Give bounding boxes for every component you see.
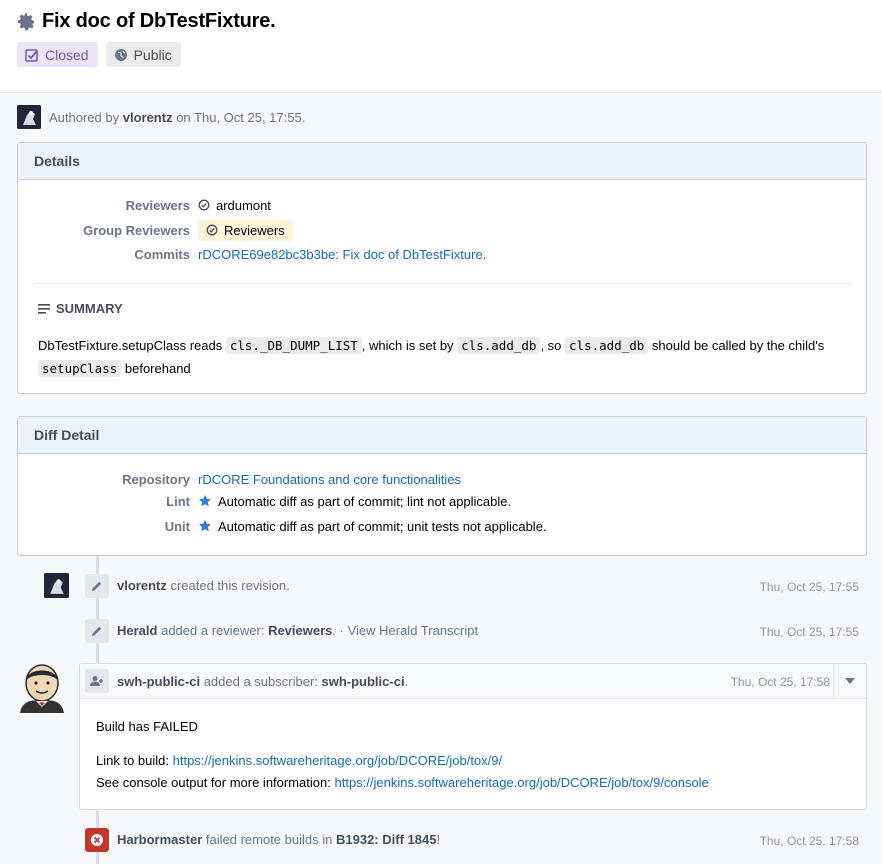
unit-row: Unit Automatic diff as part of commit; u… [18,515,868,537]
details-divider [34,283,852,284]
commit-link[interactable]: rDCORE69e82bc3b3be: Fix doc of DbTestFix… [198,247,486,262]
timeline-event-harbormaster: Harbormaster failed remote builds in B19… [0,828,882,858]
group-reviewer-badge[interactable]: Reviewers [198,219,293,241]
build-link-label: Link to build: [96,753,169,768]
pencil-icon [85,574,109,598]
pencil-icon [85,619,109,643]
authored-prefix: Authored by [49,109,120,125]
commits-label: Commits [134,246,190,262]
jenkins-avatar[interactable] [18,661,66,713]
star-icon [199,520,211,532]
actor-link[interactable]: swh-public-ci [117,674,200,689]
jenkins-comment: swh-public-ci added a subscriber: swh-pu… [79,663,867,810]
build-status-text: Build has FAILED [96,719,198,734]
repository-link[interactable]: rDCORE Foundations and core functionalit… [198,472,461,487]
event-time[interactable]: Thu, Oct 25, 17:55 [760,579,859,595]
build-target-link[interactable]: B1932: Diff 1845 [336,832,436,847]
event-text: failed remote builds in [205,832,333,847]
event-text: added a subscriber: [203,674,318,689]
subscriber-target[interactable]: swh-public-ci [322,674,405,689]
timeline-event-created: vlorentz created this revision. Thu, Oct… [0,574,882,604]
comment-header: swh-public-ci added a subscriber: swh-pu… [80,664,866,699]
herald-transcript-link[interactable]: View Herald Transcript [348,623,479,638]
close-icon [85,828,109,852]
reviewers-label: Reviewers [125,197,190,213]
repository-row: Repository rDCORE Foundations and core f… [18,468,868,490]
status-badge: Closed [17,42,98,67]
reviewer-name[interactable]: ardumont [216,198,271,213]
check-circle-icon [198,199,210,211]
actor-link[interactable]: vlorentz [117,578,167,593]
build-link[interactable]: https://jenkins.softwareheritage.org/job… [173,753,503,768]
checkbox-icon [25,48,38,62]
comment-body: Build has FAILED Link to build: https://… [96,716,709,794]
add-user-icon [85,669,109,693]
event-time[interactable]: Thu, Oct 25, 17:58 [731,674,830,690]
event-punctuation: . [404,674,409,689]
group-reviewer-name: Reviewers [224,222,285,238]
unit-value: Automatic diff as part of commit; unit t… [218,518,547,534]
reviewer-target[interactable]: Reviewers [268,623,332,638]
repository-label: Repository [122,471,190,487]
header-tags: Closed Public [17,42,181,67]
event-separator: . · [332,623,344,638]
visibility-badge: Public [105,42,181,67]
summary-heading: SUMMARY [38,301,123,316]
chevron-down-icon[interactable] [833,664,865,698]
commits-row: Commits rDCORE69e82bc3b3be: Fix doc of D… [18,243,868,265]
lint-row: Lint Automatic diff as part of commit; l… [18,490,868,512]
console-link-label: See console output for more information: [96,775,331,790]
check-circle-icon [206,224,218,236]
summary-heading-label: SUMMARY [56,301,123,316]
globe-icon [114,48,127,61]
lint-label: Lint [166,493,190,509]
actor-link[interactable]: Harbormaster [117,832,202,847]
reviewers-row: Reviewers ardumont [18,194,868,216]
inline-code: cls.add_db [565,337,649,354]
title-row: Fix doc of DbTestFixture. [16,10,276,33]
unit-label: Unit [164,518,190,534]
diff-detail-heading: Diff Detail [18,417,866,454]
event-text: created this revision. [170,578,290,593]
details-panel: Details Reviewers ardumont Group Reviewe… [17,142,867,394]
authored-line: Authored by vlorentz on Thu, Oct 25, 17:… [17,105,305,129]
star-icon [199,495,211,507]
text-align-icon [38,303,50,314]
diff-detail-panel: Diff Detail Repository rDCORE Foundation… [17,416,867,556]
revision-header: Fix doc of DbTestFixture. Closed Public [0,0,882,93]
details-heading: Details [18,143,866,180]
gear-icon [18,12,34,30]
actor-link[interactable]: Herald [117,623,157,638]
timeline-event-herald: Herald added a reviewer: Reviewers. · Vi… [0,619,882,649]
authored-date: on Thu, Oct 25, 17:55. [176,109,306,125]
page-title: Fix doc of DbTestFixture. [42,10,276,32]
event-punctuation: ! [436,832,441,847]
event-time[interactable]: Thu, Oct 25, 17:55 [760,624,859,640]
status-label: Closed [45,46,89,63]
inline-code: setupClass [38,360,122,377]
event-text: added a reviewer: [161,623,265,638]
inline-code: cls._DB_DUMP_LIST [225,337,362,354]
author-avatar[interactable] [17,105,41,129]
console-link[interactable]: https://jenkins.softwareheritage.org/job… [334,775,708,790]
summary-text: DbTestFixture.setupClass reads cls._DB_D… [38,337,825,377]
group-reviewers-row: Group Reviewers Reviewers [18,219,868,241]
author-link[interactable]: vlorentz [123,110,173,125]
event-time[interactable]: Thu, Oct 25, 17:58 [760,833,859,849]
visibility-label: Public [133,46,172,63]
group-reviewers-label: Group Reviewers [83,222,190,238]
lint-value: Automatic diff as part of commit; lint n… [218,493,512,509]
inline-code: cls.add_db [457,337,541,354]
